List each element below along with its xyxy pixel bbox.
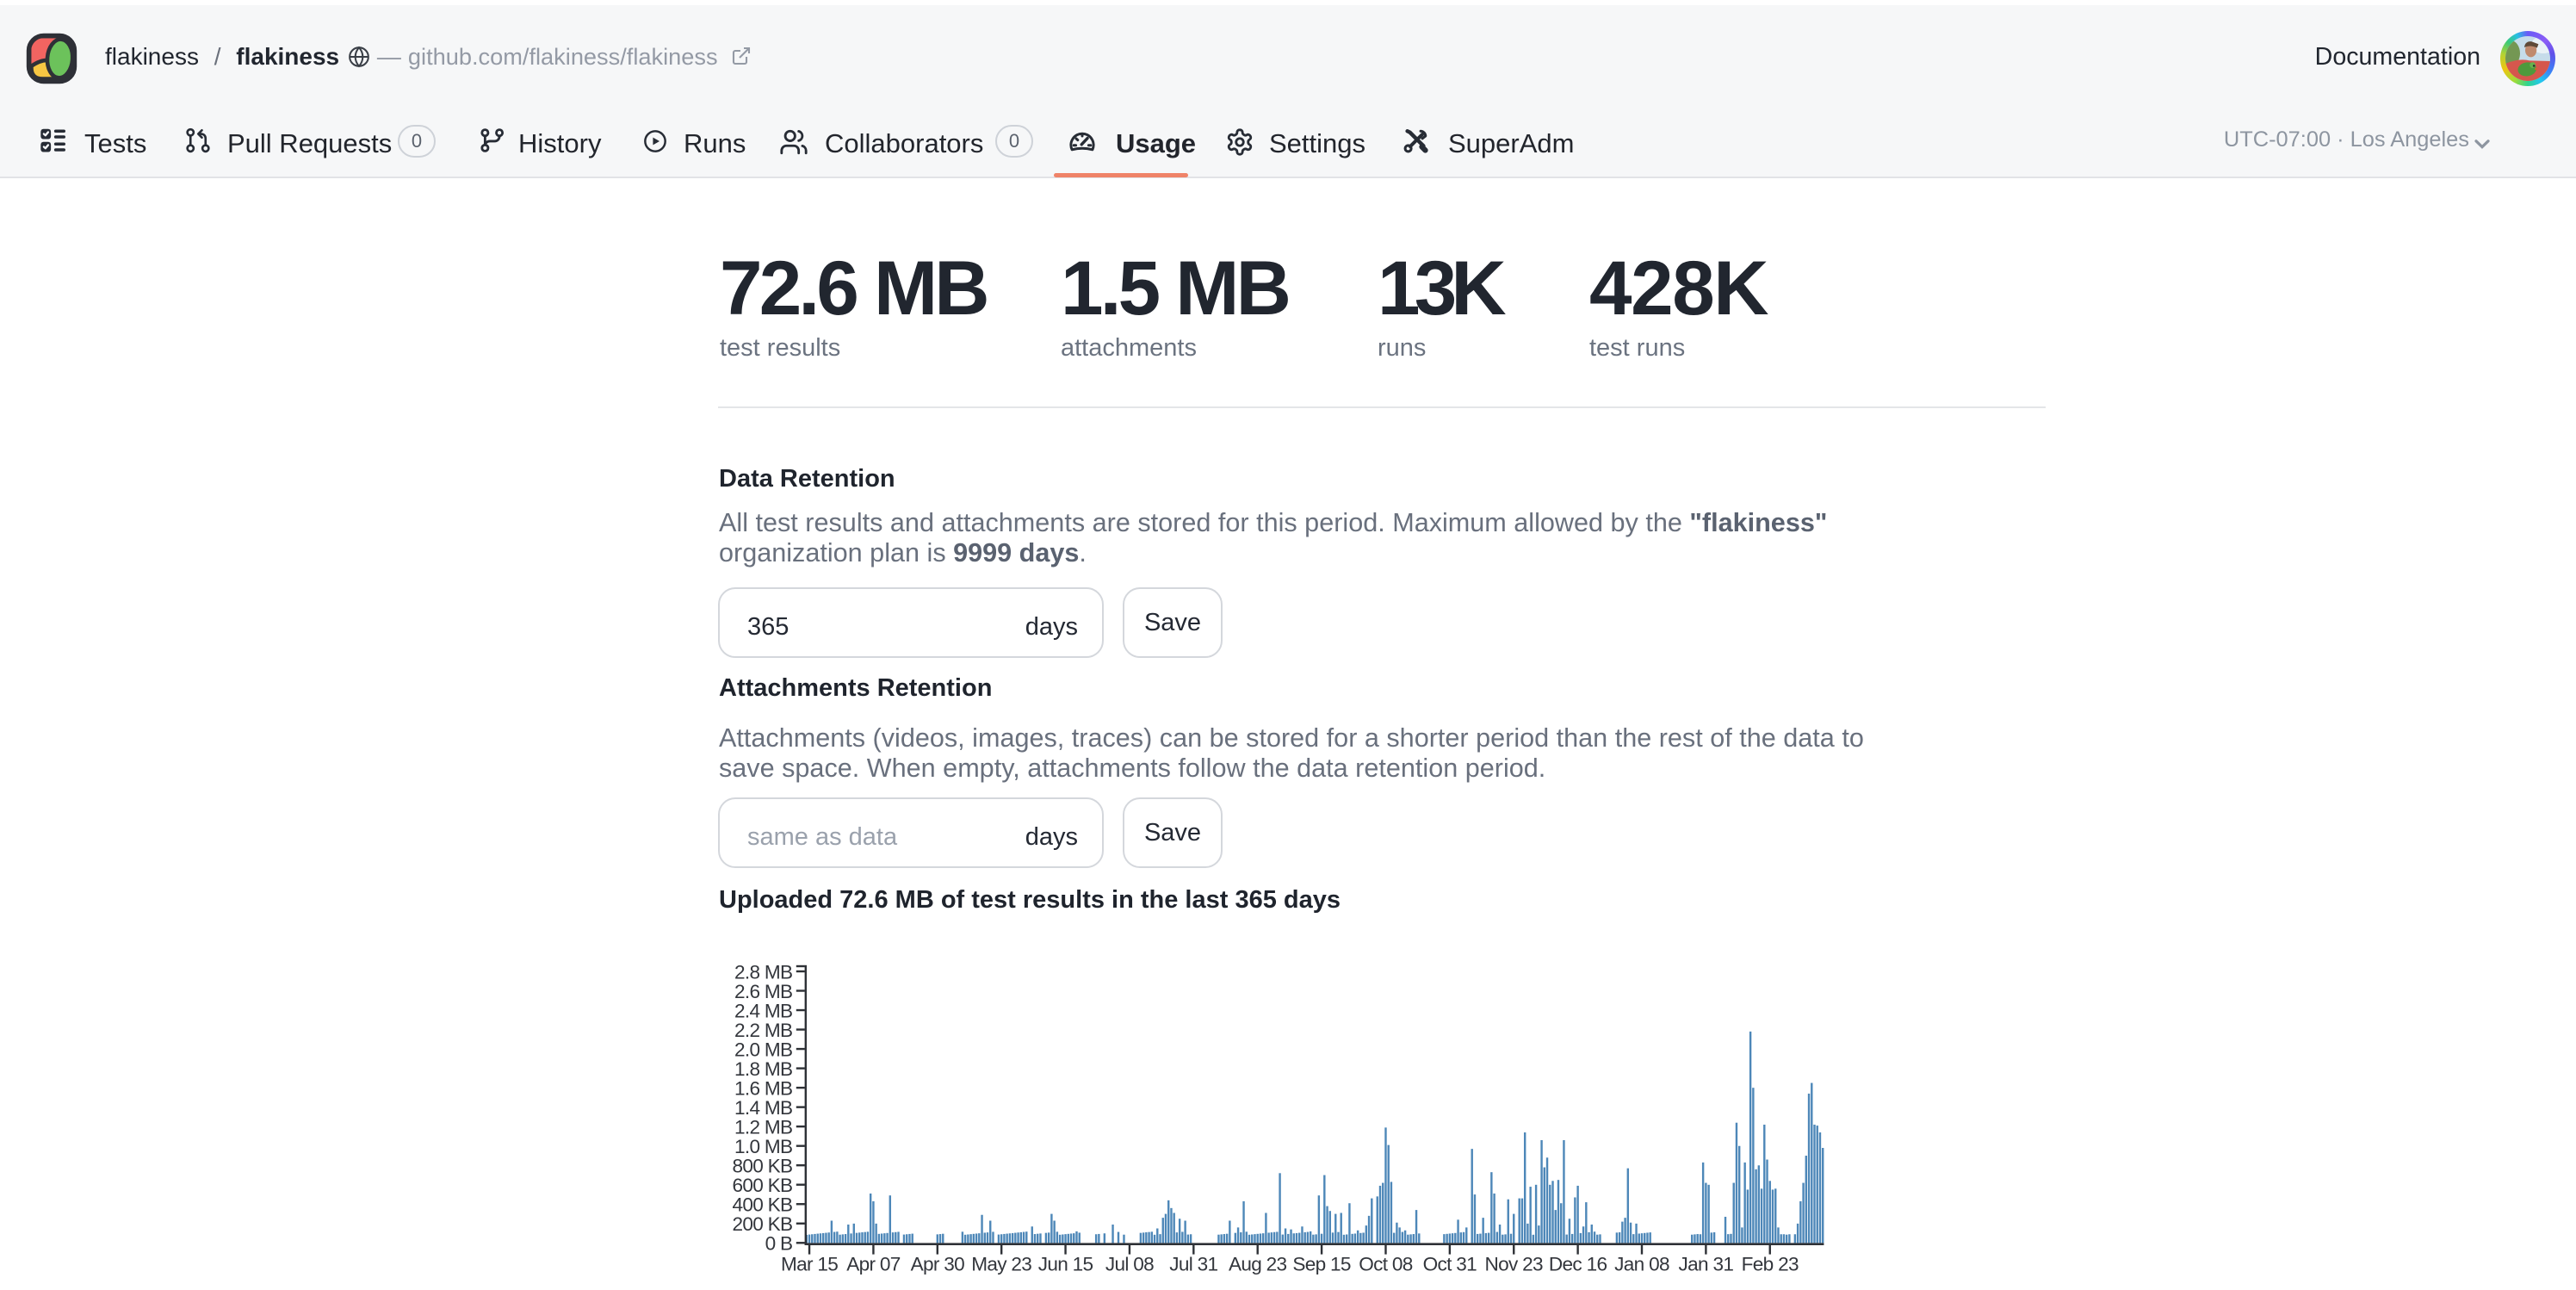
svg-text:Jan 08: Jan 08: [1614, 1254, 1669, 1275]
svg-text:2.8 MB: 2.8 MB: [734, 961, 792, 983]
svg-text:2.0 MB: 2.0 MB: [734, 1039, 792, 1060]
svg-text:Jul 08: Jul 08: [1105, 1254, 1154, 1275]
svg-text:2.4 MB: 2.4 MB: [734, 1000, 792, 1021]
svg-text:Jun 15: Jun 15: [1038, 1254, 1093, 1275]
svg-text:Oct 31: Oct 31: [1423, 1254, 1477, 1275]
svg-text:2.6 MB: 2.6 MB: [734, 981, 792, 1002]
svg-text:Oct 08: Oct 08: [1359, 1254, 1412, 1275]
svg-text:200 KB: 200 KB: [732, 1213, 792, 1235]
svg-text:Dec 16: Dec 16: [1549, 1254, 1607, 1275]
svg-text:Jan 31: Jan 31: [1679, 1254, 1734, 1275]
svg-text:Apr 07: Apr 07: [846, 1254, 901, 1275]
svg-text:1.8 MB: 1.8 MB: [734, 1058, 792, 1080]
svg-text:1.0 MB: 1.0 MB: [734, 1136, 792, 1157]
svg-text:400 KB: 400 KB: [732, 1194, 792, 1216]
svg-text:800 KB: 800 KB: [732, 1156, 792, 1177]
svg-text:Apr 30: Apr 30: [911, 1254, 965, 1275]
svg-text:Sep 15: Sep 15: [1292, 1254, 1351, 1275]
svg-text:2.2 MB: 2.2 MB: [734, 1020, 792, 1041]
svg-text:May 23: May 23: [971, 1254, 1031, 1275]
svg-text:Feb 23: Feb 23: [1742, 1254, 1799, 1275]
svg-text:Mar 15: Mar 15: [781, 1254, 838, 1275]
svg-text:Aug 23: Aug 23: [1229, 1254, 1287, 1275]
svg-text:1.6 MB: 1.6 MB: [734, 1078, 792, 1100]
svg-text:1.2 MB: 1.2 MB: [734, 1117, 792, 1138]
svg-text:Nov 23: Nov 23: [1485, 1254, 1544, 1275]
svg-text:Jul 31: Jul 31: [1169, 1254, 1217, 1275]
svg-text:1.4 MB: 1.4 MB: [734, 1097, 792, 1119]
svg-text:600 KB: 600 KB: [732, 1175, 792, 1196]
svg-text:0 B: 0 B: [765, 1233, 793, 1255]
